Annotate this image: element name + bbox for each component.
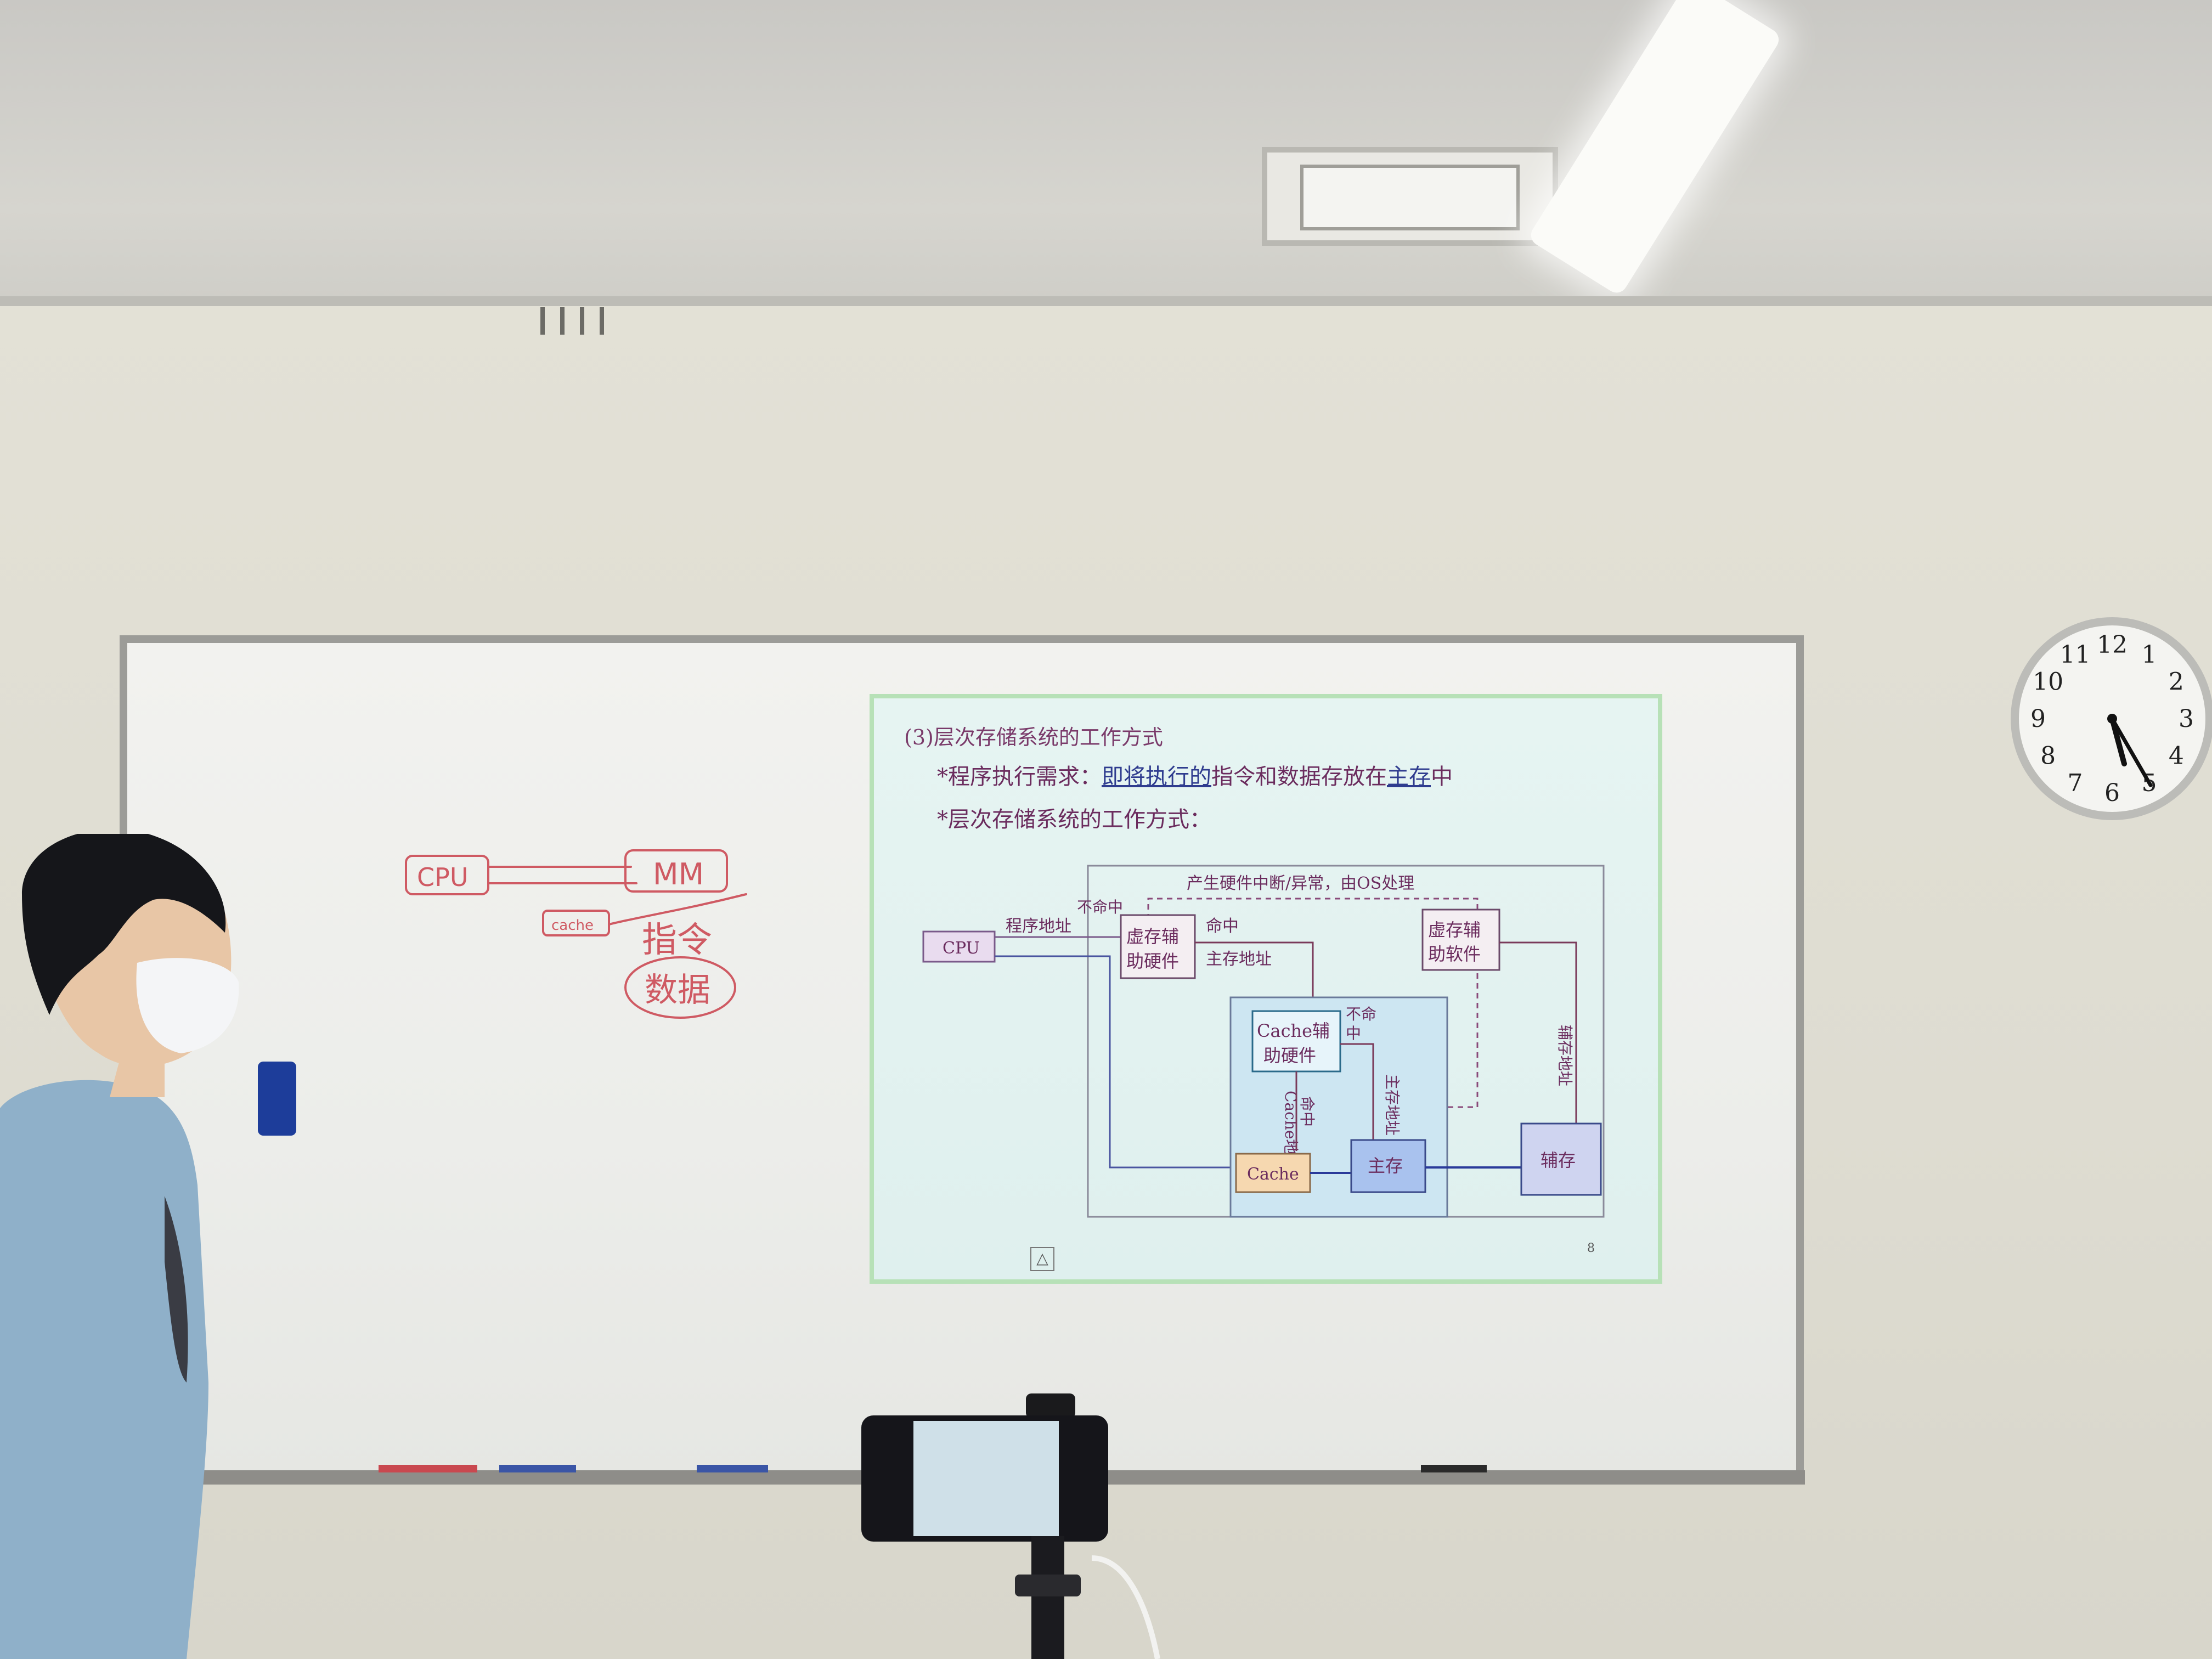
note-instr-text: 指令: [642, 920, 712, 961]
handwritten-notes: CPU MM cache 指令 数据: [405, 849, 747, 1019]
label-program-address: 程序地址: [1006, 917, 1071, 936]
label-miss-top: 不命中: [1077, 898, 1123, 916]
phone-screen: [913, 1421, 1059, 1536]
clock-numeral: 3: [2179, 705, 2194, 733]
label-miss-inner-2: 中: [1346, 1024, 1361, 1042]
label-hit-vertical: 命中: [1298, 1096, 1316, 1127]
label-aux-address-vertical: 辅存地址: [1556, 1025, 1574, 1086]
blue-marker: [499, 1465, 576, 1472]
phone-clamp: [1026, 1393, 1075, 1418]
charging-cable: [1091, 1555, 1160, 1659]
clock-numeral: 10: [2033, 668, 2063, 696]
note-mm-text: MM: [653, 857, 704, 891]
slide-bullet-2: *层次存储系统的工作方式：: [937, 807, 1211, 832]
clock-numeral: 11: [2060, 641, 2091, 669]
clock-numeral: 4: [2169, 742, 2184, 770]
tripod-stem: [1031, 1536, 1064, 1659]
presenter: [0, 834, 239, 1659]
ceiling-edge: [0, 296, 2212, 306]
aux-memory-label: 辅存: [1541, 1150, 1576, 1171]
label-main-address-vertical: 主存地址: [1383, 1074, 1401, 1136]
cpu-to-cache-line: [995, 955, 1236, 1169]
clock-center: [2107, 714, 2117, 724]
clock-numeral: 9: [2030, 705, 2046, 733]
cache-hw-line1: Cache辅: [1257, 1020, 1330, 1041]
ceiling-vent-grille: [1300, 165, 1520, 230]
presenter-shirt: [0, 1080, 208, 1659]
label-interrupt: 产生硬件中断/异常，由OS处理: [1187, 874, 1414, 893]
label-hit: 命中: [1206, 917, 1239, 936]
vm-sw-line2: 助软件: [1428, 944, 1481, 964]
projected-slide: (3)层次存储系统的工作方式 *程序执行需求：即将执行的指令和数据存放在主存中 …: [870, 694, 1662, 1284]
clock-numeral: 7: [2068, 769, 2083, 797]
bullet1-prefix: *程序执行需求：: [937, 764, 1102, 789]
main-memory-label: 主存: [1368, 1155, 1403, 1176]
note-cache-text: cache: [551, 917, 594, 934]
vm-hw-line2: 助硬件: [1126, 951, 1179, 972]
cache-hw-line2: 助硬件: [1263, 1045, 1316, 1066]
black-marker: [1421, 1465, 1487, 1472]
ceiling: [0, 0, 2212, 299]
wall-clock: 121234567891011: [2011, 617, 2212, 820]
clock-numeral: 12: [2097, 631, 2128, 659]
note-data-text: 数据: [645, 971, 710, 1009]
vm-hw-line1: 虚存辅: [1126, 926, 1179, 947]
whiteboard-eraser: [258, 1062, 296, 1136]
cpu-label: CPU: [943, 939, 980, 958]
cache-label: Cache: [1247, 1165, 1299, 1184]
label-miss-inner-1: 不命: [1346, 1005, 1376, 1023]
phone-tripod: [861, 1393, 1160, 1659]
clock-numeral: 6: [2104, 779, 2120, 807]
label-main-address: 主存地址: [1206, 950, 1272, 969]
bullet1-suffix: 中: [1431, 764, 1453, 789]
wall-hooks: [540, 307, 623, 335]
note-cpu-text: CPU: [417, 862, 469, 892]
bullet1-link-main-memory: 主存: [1387, 764, 1431, 789]
slide-bullet-1: *程序执行需求：即将执行的指令和数据存放在主存中: [937, 759, 1453, 791]
slide-page-number: 8: [1587, 1242, 1595, 1255]
clock-numeral: 2: [2169, 668, 2184, 696]
vm-sw-line1: 虚存辅: [1428, 919, 1481, 940]
bullet1-middle: 指令和数据存放在: [1211, 764, 1387, 789]
red-marker: [379, 1465, 477, 1472]
slide-title: (3)层次存储系统的工作方式: [904, 725, 1163, 749]
tripod-knob: [1015, 1575, 1081, 1596]
blue-marker: [697, 1465, 768, 1472]
clock-numeral: 8: [2040, 742, 2056, 770]
clock-numeral: 1: [2142, 641, 2157, 669]
memory-hierarchy-diagram: 产生硬件中断/异常，由OS处理 CPU 程序地址 不命中 虚存辅 助硬件 命中 …: [922, 865, 1605, 1218]
bullet1-link-upcoming: 即将执行的: [1102, 764, 1211, 789]
slide-nav-icon[interactable]: △: [1030, 1247, 1054, 1271]
